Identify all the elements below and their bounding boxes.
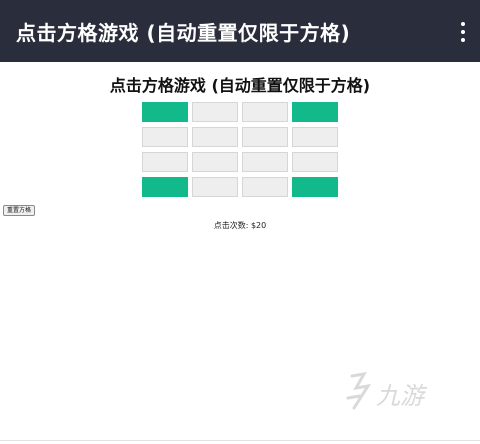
grid-cell-3-2[interactable]: [242, 177, 288, 197]
grid-cell-2-3[interactable]: [292, 152, 338, 172]
watermark-logo: 九游: [346, 372, 428, 410]
grid-cell-0-2[interactable]: [242, 102, 288, 122]
menu-dot: [461, 38, 465, 42]
grid-cell-0-3[interactable]: [292, 102, 338, 122]
app-bar-title: 点击方格游戏 (自动重置仅限于方格): [16, 20, 351, 45]
more-vert-icon[interactable]: [460, 22, 466, 42]
click-counter: 点击次数: $20: [213, 221, 267, 230]
grid-cell-0-1[interactable]: [192, 102, 238, 122]
grid-cell-2-1[interactable]: [192, 152, 238, 172]
square-grid: [142, 102, 338, 197]
bottom-divider: [0, 440, 480, 441]
grid-cell-1-3[interactable]: [292, 127, 338, 147]
grid-cell-3-0[interactable]: [142, 177, 188, 197]
grid-cell-1-0[interactable]: [142, 127, 188, 147]
grid-cell-1-2[interactable]: [242, 127, 288, 147]
page-heading: 点击方格游戏 (自动重置仅限于方格): [109, 76, 371, 95]
grid-cell-3-1[interactable]: [192, 177, 238, 197]
grid-cell-3-3[interactable]: [292, 177, 338, 197]
grid-cell-2-0[interactable]: [142, 152, 188, 172]
grid-cell-2-2[interactable]: [242, 152, 288, 172]
reset-squares-button[interactable]: 重置方格: [3, 205, 36, 216]
grid-cell-0-0[interactable]: [142, 102, 188, 122]
menu-dot: [461, 22, 465, 26]
grid-cell-1-1[interactable]: [192, 127, 238, 147]
watermark-text: 九游: [376, 382, 428, 410]
menu-dot: [461, 30, 465, 34]
app-bar: 点击方格游戏 (自动重置仅限于方格): [0, 0, 480, 62]
jiuyou-logo-icon: [346, 372, 372, 410]
